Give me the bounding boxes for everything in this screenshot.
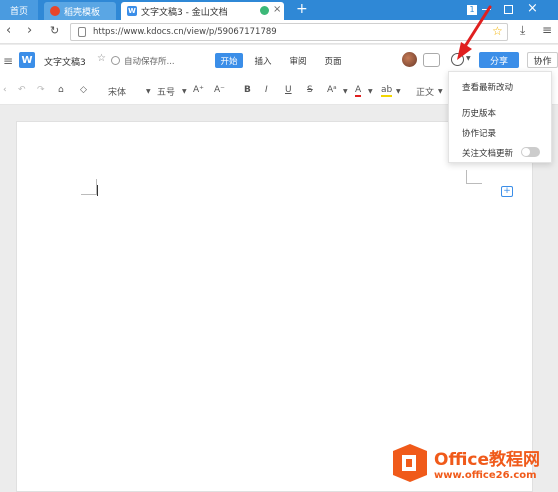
font-name-select[interactable]: 宋体 <box>108 85 126 98</box>
italic-button[interactable]: I <box>265 85 268 95</box>
tab-page[interactable]: 页面 <box>320 53 346 68</box>
toolbar-collapse-icon[interactable]: ‹ <box>3 85 7 95</box>
style-select[interactable]: 正文 <box>416 85 434 98</box>
doc-logo-icon: W <box>19 52 35 68</box>
menu-item-history-versions[interactable]: 历史版本 <box>462 107 496 119</box>
doc-title[interactable]: 文字文稿3 <box>44 55 86 68</box>
window-close-icon[interactable]: × <box>527 1 538 16</box>
forward-arrow-icon[interactable]: › <box>27 23 32 38</box>
case-chevron-icon[interactable]: ▼ <box>343 88 348 95</box>
font-color-button[interactable]: A <box>355 85 362 97</box>
tab-doc[interactable]: W 文字文稿3 - 金山文档 × <box>121 2 284 20</box>
shrink-font-button[interactable]: A⁻ <box>214 85 225 95</box>
office-logo-icon <box>393 444 427 482</box>
save-status: 自动保存所... <box>124 57 175 67</box>
page-margin-corner <box>81 179 97 195</box>
kdocs-w-icon: W <box>127 6 137 16</box>
flame-icon <box>50 6 60 16</box>
hamburger-menu-icon[interactable]: ≡ <box>3 54 13 68</box>
document-page[interactable]: + <box>16 121 533 492</box>
case-button[interactable]: Aᵃ <box>327 85 337 95</box>
menu-item-collab-records[interactable]: 协作记录 <box>462 127 496 139</box>
annotation-arrow <box>457 5 492 60</box>
font-color-chevron-icon[interactable]: ▼ <box>368 88 373 95</box>
refresh-icon[interactable]: ↻ <box>50 24 59 37</box>
tab-template[interactable]: 稻壳模板 <box>44 2 116 20</box>
add-comment-icon[interactable]: + <box>501 186 513 197</box>
download-icon[interactable]: ⤓ <box>520 23 525 38</box>
star-icon[interactable]: ☆ <box>97 53 106 64</box>
tab-template-label: 稻壳模板 <box>64 7 101 18</box>
back-arrow-icon[interactable]: ‹ <box>6 23 11 38</box>
new-tab-button[interactable]: + <box>296 1 308 17</box>
tab-doc-label: 文字文稿3 - 金山文档 <box>141 7 228 18</box>
verified-check-icon <box>260 6 269 15</box>
watermark-title: Office教程网 <box>434 450 541 470</box>
underline-button[interactable]: U <box>285 85 292 95</box>
page-margin-corner-right <box>466 170 482 184</box>
strikethrough-button[interactable]: S <box>307 85 313 95</box>
url-text: https://www.kdocs.cn/view/p/59067171789 <box>93 27 277 37</box>
saved-check-icon <box>111 56 120 65</box>
bold-button[interactable]: B <box>244 85 251 95</box>
eraser-icon[interactable]: ◇ <box>80 85 87 95</box>
font-name-chevron-icon[interactable]: ▼ <box>146 88 151 95</box>
font-size-select[interactable]: 五号 <box>157 85 175 98</box>
browser-menu-icon[interactable]: ≡ <box>542 23 552 37</box>
avatar[interactable] <box>402 52 417 67</box>
style-chevron-icon[interactable]: ▼ <box>438 88 443 95</box>
grow-font-button[interactable]: A⁺ <box>193 85 204 95</box>
menu-item-latest-changes[interactable]: 查看最新改动 <box>462 81 513 93</box>
font-size-chevron-icon[interactable]: ▼ <box>182 88 187 95</box>
menu-item-follow-updates[interactable]: 关注文档更新 <box>462 147 513 159</box>
history-dropdown: 查看最新改动 历史版本 协作记录 关注文档更新 <box>448 71 552 163</box>
tab-home-label: 首页 <box>9 6 28 17</box>
highlight-button[interactable]: ab <box>381 85 393 97</box>
watermark: Office教程网 www.office26.com <box>393 442 558 492</box>
tab-insert[interactable]: 插入 <box>250 53 276 68</box>
lock-icon <box>78 27 86 37</box>
tab-review[interactable]: 审阅 <box>285 53 311 68</box>
text-cursor <box>97 185 98 196</box>
tab-home[interactable]: 首页 <box>0 0 38 20</box>
redo-icon[interactable]: ↷ <box>37 85 45 95</box>
toggle-knob <box>522 148 530 156</box>
highlight-chevron-icon[interactable]: ▼ <box>396 88 401 95</box>
meeting-icon[interactable] <box>423 53 440 67</box>
tab-start[interactable]: 开始 <box>215 53 243 68</box>
undo-icon[interactable]: ↶ <box>18 85 26 95</box>
follow-updates-toggle[interactable] <box>521 147 540 157</box>
collab-button[interactable]: 协作 <box>527 52 558 68</box>
url-field[interactable]: https://www.kdocs.cn/view/p/59067171789 <box>70 23 508 41</box>
tab-close-icon[interactable]: × <box>273 4 281 15</box>
maximize-icon[interactable] <box>504 5 513 14</box>
format-painter-icon[interactable]: ⌂ <box>58 85 64 95</box>
watermark-url: www.office26.com <box>434 470 537 481</box>
